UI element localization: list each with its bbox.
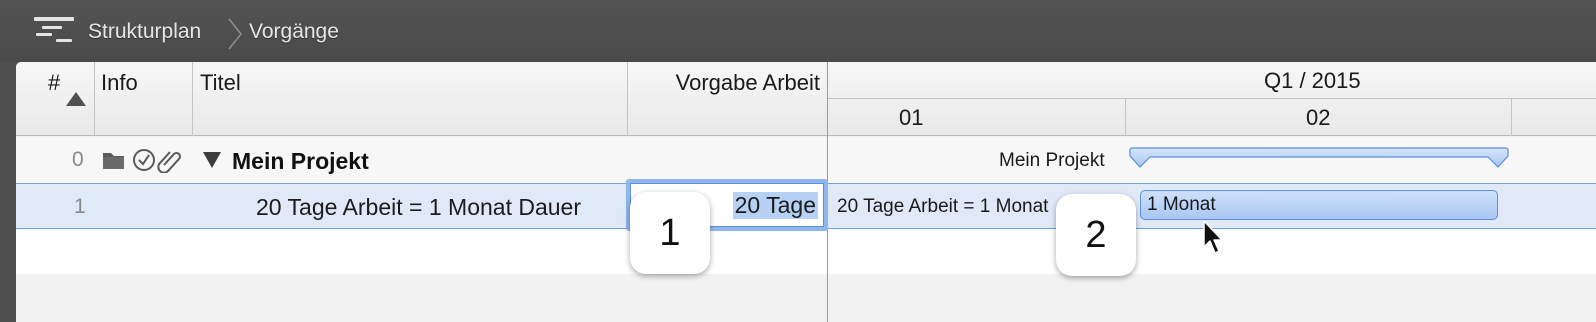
row-number: 0	[72, 148, 84, 171]
column-header-info[interactable]: Info	[95, 62, 193, 136]
gantt-week-01: 01	[828, 99, 1126, 136]
gantt-week-02: 02	[1126, 99, 1512, 136]
gantt-task-bar[interactable]: 1 Monat	[1140, 190, 1498, 220]
gantt-week-01-label: 01	[899, 105, 924, 130]
project-title[interactable]: Mein Projekt	[232, 148, 369, 175]
outline-gantt-panel: # Info Titel Vorgabe Arbeit Q1 / 2015 01…	[16, 62, 1596, 322]
table-header: # Info Titel Vorgabe Arbeit Q1 / 2015 01…	[16, 62, 1596, 136]
gantt-summary-bar[interactable]	[1129, 147, 1509, 169]
callout-badge-1: 1	[630, 192, 710, 274]
gantt-summary-label: Mein Projekt	[999, 150, 1105, 171]
column-header-title-label: Titel	[200, 70, 241, 95]
work-edit-value[interactable]: 20 Tage	[732, 192, 818, 219]
gantt-task-bar-label: 1 Monat	[1147, 194, 1216, 215]
breadcrumb-item-strukturplan[interactable]: Strukturplan	[88, 20, 201, 44]
paperclip-icon	[157, 151, 182, 173]
gantt-week-header: 01 02	[828, 99, 1596, 136]
sort-ascending-icon[interactable]	[66, 92, 86, 106]
gantt-task-label: 20 Tage Arbeit = 1 Monat	[837, 196, 1049, 217]
gantt-quarter-header: Q1 / 2015	[828, 62, 1596, 99]
checkmark-circle-icon	[133, 149, 155, 171]
column-header-title[interactable]: Titel	[193, 62, 628, 136]
column-header-number-label: #	[48, 70, 61, 95]
table-row-empty[interactable]	[16, 274, 1596, 322]
gantt-quarter-label: Q1 / 2015	[1264, 68, 1361, 93]
breadcrumb-separator-icon	[228, 18, 243, 50]
disclosure-triangle-icon[interactable]	[203, 152, 221, 168]
column-header-work[interactable]: Vorgabe Arbeit	[628, 62, 828, 136]
task-title[interactable]: 20 Tage Arbeit = 1 Monat Dauer	[256, 194, 581, 221]
column-header-work-label: Vorgabe Arbeit	[675, 70, 820, 95]
breadcrumb-item-vorgaenge[interactable]: Vorgänge	[249, 20, 339, 44]
row-number: 1	[74, 195, 86, 218]
structure-plan-icon[interactable]	[32, 15, 78, 45]
mouse-pointer-icon	[1203, 220, 1223, 254]
column-header-number[interactable]: #	[16, 62, 95, 136]
table-row-empty[interactable]	[16, 229, 1596, 274]
callout-badge-2: 2	[1056, 194, 1136, 276]
breadcrumb-bar: Strukturplan Vorgänge	[0, 0, 1596, 62]
gantt-week-02-label: 02	[1306, 105, 1331, 130]
folder-icon	[103, 153, 124, 169]
column-header-info-label: Info	[101, 70, 138, 95]
info-icons	[103, 149, 182, 173]
